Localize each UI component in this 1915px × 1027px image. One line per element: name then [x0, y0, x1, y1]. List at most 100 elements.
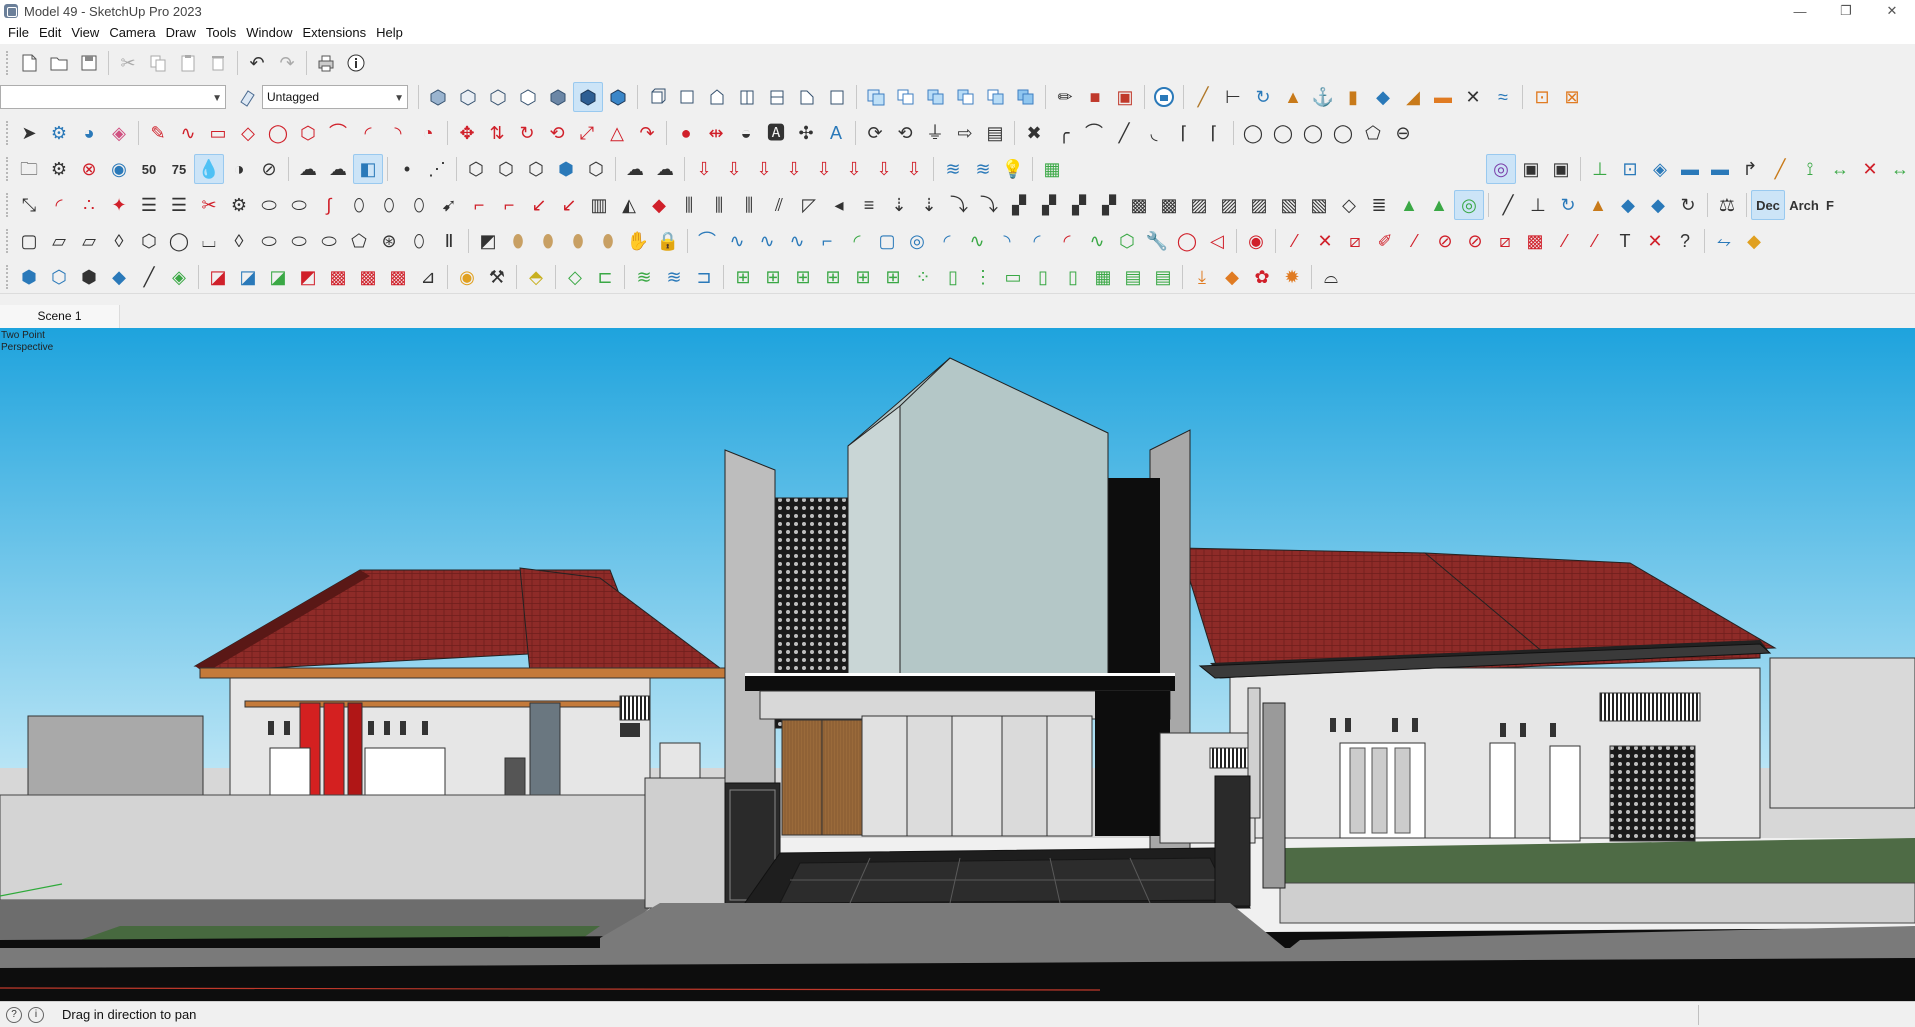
split-icon[interactable]: [1011, 82, 1041, 112]
extension-tool-icon[interactable]: ◉: [452, 262, 482, 292]
extension-tool-icon[interactable]: ◜: [1052, 226, 1082, 256]
extension-tool-icon[interactable]: ⬠: [344, 226, 374, 256]
extension-tool-icon[interactable]: ⌐: [464, 190, 494, 220]
extension-tool-icon[interactable]: ⊞: [818, 262, 848, 292]
menu-window[interactable]: Window: [242, 22, 298, 44]
extension-tool-icon[interactable]: ◆: [1643, 190, 1673, 220]
menu-camera[interactable]: Camera: [105, 22, 161, 44]
extension-tool-icon[interactable]: ↻: [1673, 190, 1703, 220]
extension-tool-icon[interactable]: ▤: [1148, 262, 1178, 292]
extension-tool-icon[interactable]: ⊐: [689, 262, 719, 292]
extension-tool-icon[interactable]: ✿: [1247, 262, 1277, 292]
back-view-icon[interactable]: [762, 82, 792, 112]
extension-tool-icon[interactable]: ⁄: [1580, 226, 1610, 256]
extension-tool-icon[interactable]: ≈: [1488, 82, 1518, 112]
extension-tool-icon[interactable]: ⌐: [812, 226, 842, 256]
extension-tool-icon[interactable]: ▨: [1244, 190, 1274, 220]
contrast-icon[interactable]: ◑: [224, 154, 254, 184]
extension-tool-icon[interactable]: ⥊: [1709, 226, 1739, 256]
dimension-icon[interactable]: ⇹: [701, 118, 731, 148]
extension-tool-icon[interactable]: ◩: [473, 226, 503, 256]
circle-shape-icon[interactable]: ◯: [1268, 118, 1298, 148]
extension-tool-icon[interactable]: ⇩: [719, 154, 749, 184]
extension-tool-icon[interactable]: ⇩: [689, 154, 719, 184]
tag-combo[interactable]: Untagged ▼: [262, 85, 408, 109]
extension-tool-icon[interactable]: ≡: [854, 190, 884, 220]
extension-tool-icon[interactable]: ⊞: [728, 262, 758, 292]
point-icon[interactable]: •: [392, 154, 422, 184]
cancel-icon[interactable]: ⊗: [74, 154, 104, 184]
extension-tool-icon[interactable]: T: [1610, 226, 1640, 256]
extension-tool-icon[interactable]: ⁄: [1400, 226, 1430, 256]
extension-tool-icon[interactable]: ⇩: [809, 154, 839, 184]
extension-tool-icon[interactable]: ⬡: [134, 226, 164, 256]
curve-tool-icon[interactable]: ╱: [1109, 118, 1139, 148]
undo-icon[interactable]: ↶: [242, 48, 272, 78]
extension-tool-icon[interactable]: ▨: [1214, 190, 1244, 220]
extension-tool-icon[interactable]: ⤓: [1187, 262, 1217, 292]
axes-icon[interactable]: ✣: [791, 118, 821, 148]
extension-tool-icon[interactable]: ▱: [74, 226, 104, 256]
extension-tool-icon[interactable]: ⌒: [692, 226, 722, 256]
open-folder-icon[interactable]: 🗀: [14, 154, 44, 184]
copy-icon[interactable]: [143, 48, 173, 78]
extension-tool-icon[interactable]: ▩: [383, 262, 413, 292]
extension-tool-icon[interactable]: ∿: [722, 226, 752, 256]
hidden-line-style-icon[interactable]: [513, 82, 543, 112]
extension-tool-icon[interactable]: ▲: [1583, 190, 1613, 220]
extension-tool-icon[interactable]: ⇩: [779, 154, 809, 184]
print-icon[interactable]: [311, 48, 341, 78]
extension-tool-icon[interactable]: ▲: [1394, 190, 1424, 220]
extension-tool-icon[interactable]: ✕: [1458, 82, 1488, 112]
extension-tool-icon[interactable]: ⬭: [254, 226, 284, 256]
cut-icon[interactable]: ✂: [113, 48, 143, 78]
extension-tool-icon[interactable]: ◸: [794, 190, 824, 220]
extension-warehouse-icon[interactable]: [1149, 82, 1179, 112]
extension-tool-icon[interactable]: ⚙: [224, 190, 254, 220]
top-view-icon[interactable]: [672, 82, 702, 112]
maximize-button[interactable]: ❐: [1823, 0, 1869, 22]
xray-style-icon[interactable]: [423, 82, 453, 112]
tools-cross-icon[interactable]: ✖: [1019, 118, 1049, 148]
extension-tool-icon[interactable]: ⬯: [344, 190, 374, 220]
scene-tab[interactable]: Scene 1: [0, 305, 120, 328]
hex-tool-icon[interactable]: ⬡: [491, 154, 521, 184]
follow-me-icon[interactable]: ⟲: [542, 118, 572, 148]
extension-tool-icon[interactable]: ↻: [1553, 190, 1583, 220]
extension-tool-icon[interactable]: ⊞: [758, 262, 788, 292]
extension-tool-icon[interactable]: ⬢: [74, 262, 104, 292]
text-tool-icon[interactable]: 🅰: [761, 118, 791, 148]
extension-tool-icon[interactable]: ➹: [434, 190, 464, 220]
extension-tool-icon[interactable]: ▭: [998, 262, 1028, 292]
extension-tool-icon[interactable]: ▞: [1064, 190, 1094, 220]
extension-tool-icon[interactable]: ⬭: [314, 226, 344, 256]
extension-tool-icon[interactable]: ⇩: [749, 154, 779, 184]
extension-tool-icon[interactable]: ⤡: [14, 190, 44, 220]
extension-tool-icon[interactable]: ⫼: [734, 190, 764, 220]
extension-tool-icon[interactable]: ▢: [872, 226, 902, 256]
speed-75-icon[interactable]: 75: [164, 154, 194, 184]
toolbar-grip[interactable]: [6, 265, 10, 289]
menu-tools[interactable]: Tools: [202, 22, 242, 44]
pie-icon[interactable]: ◔: [413, 118, 443, 148]
extension-tool-icon[interactable]: ◉: [104, 154, 134, 184]
rectangle-icon[interactable]: ▭: [203, 118, 233, 148]
layers-icon[interactable]: ≋: [968, 154, 998, 184]
toolbar-grip[interactable]: [6, 157, 10, 181]
extension-tool-icon[interactable]: ◆: [1613, 190, 1643, 220]
two-point-arc-icon[interactable]: ◜: [353, 118, 383, 148]
extension-tool-icon[interactable]: ↔: [1825, 154, 1855, 184]
extension-tool-icon[interactable]: ⊥: [1523, 190, 1553, 220]
extension-tool-icon[interactable]: ☰: [134, 190, 164, 220]
extension-tool-icon[interactable]: ⇩: [839, 154, 869, 184]
extension-tool-icon[interactable]: ⬮: [563, 226, 593, 256]
extension-tool-icon[interactable]: ⧄: [1340, 226, 1370, 256]
extension-tool-icon[interactable]: ⤵: [944, 190, 974, 220]
model-viewport[interactable]: Two Point Perspective: [0, 328, 1915, 1001]
extension-tool-icon[interactable]: ◈: [1645, 154, 1675, 184]
geo-location-icon[interactable]: ?: [6, 1006, 22, 1023]
eraser-icon[interactable]: ◈: [104, 118, 134, 148]
extension-tool-icon[interactable]: ▮: [1338, 82, 1368, 112]
cloud-icon[interactable]: ☁: [293, 154, 323, 184]
curve-tool-icon[interactable]: ⌈: [1199, 118, 1229, 148]
